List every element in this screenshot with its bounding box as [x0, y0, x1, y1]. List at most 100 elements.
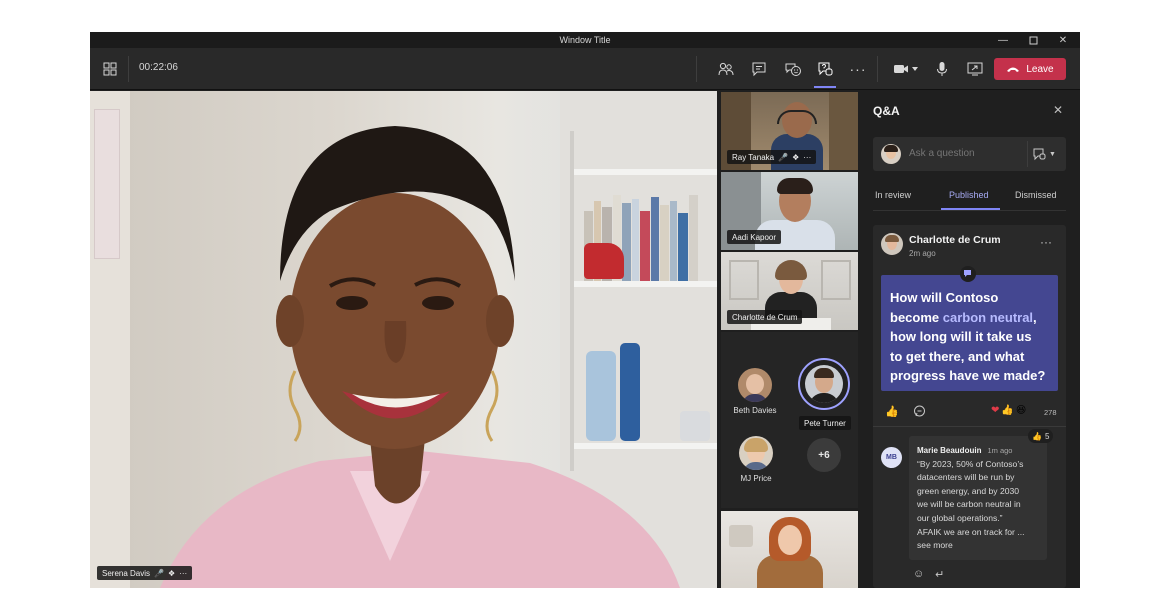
panel-title: Q&A: [873, 104, 900, 118]
microphone-icon: [937, 62, 947, 76]
reply-author-avatar: MB: [881, 447, 902, 468]
grid-icon: [103, 62, 117, 76]
reply-line: green energy, and by 2030: [917, 485, 1020, 496]
video-tile-ray-tanaka[interactable]: Ray Tanaka 🎤 ❖ ···: [721, 92, 858, 170]
microphone-button[interactable]: [930, 57, 954, 81]
more-icon[interactable]: ···: [179, 569, 187, 578]
meeting-toolbar: 00:22:06 ··· Leave: [90, 48, 1080, 90]
reply-line: AFAIK we are on track for ...: [917, 526, 1025, 537]
mic-icon: 🎤: [778, 152, 789, 162]
avatar-beth-davies[interactable]: [738, 368, 772, 402]
layout-button[interactable]: [98, 57, 122, 81]
reply-button[interactable]: [913, 405, 926, 423]
reply-bubble: Marie Beaudouin 1m ago “By 2023, 50% of …: [909, 436, 1047, 560]
qa-button[interactable]: [813, 57, 837, 81]
close-window-button[interactable]: ✕: [1048, 32, 1078, 48]
reply-time: 1m ago: [987, 446, 1013, 455]
speaker-name: Serena Davis: [102, 568, 151, 578]
tile-name-tag: Aadi Kapoor: [727, 230, 782, 244]
tab-dismissed[interactable]: Dismissed: [1015, 190, 1057, 200]
mic-muted-icon: 🎤: [154, 568, 164, 578]
ask-question-box: ▼: [873, 137, 1066, 171]
maximize-button[interactable]: [1018, 32, 1048, 48]
my-avatar: [881, 144, 901, 164]
video-tile-aadi-kapoor[interactable]: Aadi Kapoor: [721, 172, 858, 250]
chevron-down-icon: ▼: [1049, 150, 1056, 158]
more-icon: ···: [1040, 235, 1052, 249]
main-speaker-name-tag: Serena Davis 🎤 ❖ ···: [97, 566, 193, 580]
camera-button[interactable]: [890, 57, 922, 81]
tab-in-review[interactable]: In review: [875, 190, 911, 200]
avatar-pete-turner[interactable]: [798, 358, 850, 410]
avatar-name: Pete Turner: [804, 418, 846, 428]
video-camera-icon: [894, 65, 918, 73]
leave-button[interactable]: Leave: [994, 58, 1066, 80]
participant-name: Aadi Kapoor: [732, 232, 777, 242]
chat-button[interactable]: [747, 57, 771, 81]
author-name: Charlotte de Crum: [909, 234, 1001, 246]
window-title: Window Title: [559, 35, 611, 45]
tab-published[interactable]: Published: [949, 190, 989, 200]
post-time: 2m ago: [909, 249, 936, 258]
reply-like-count: 5: [1044, 431, 1050, 441]
participant-name: Charlotte de Crum: [732, 312, 798, 322]
reaction-count: 278: [1044, 408, 1057, 417]
question-bubble-icon: [964, 270, 971, 277]
close-icon: ✕: [1058, 34, 1068, 46]
thumbs-up-icon: 👍: [1032, 431, 1042, 441]
emoji-icon: [785, 63, 801, 76]
see-more-link[interactable]: see more: [917, 539, 1039, 553]
hang-up-icon: [1007, 67, 1020, 72]
participant-name: Ray Tanaka: [732, 152, 775, 162]
qa-panel: Q&A ✕ ▼ In review Published Dismissed Ch…: [863, 91, 1080, 588]
question-bubble-icon: [1033, 148, 1046, 160]
close-icon: ✕: [1053, 103, 1064, 117]
question-type-dropdown[interactable]: ▼: [1033, 146, 1061, 162]
minimize-button[interactable]: —: [988, 32, 1018, 48]
video-tile-charlotte-de-crum[interactable]: Charlotte de Crum: [721, 252, 858, 330]
reply-to-button[interactable]: ↵: [935, 568, 944, 581]
thumbs-up-icon: 👍: [1001, 405, 1014, 416]
reply-line: we will be carbon neutral in: [917, 499, 1021, 510]
heart-icon: ❤: [991, 405, 1000, 416]
share-screen-button[interactable]: [963, 57, 987, 81]
video-tile-self[interactable]: [721, 511, 858, 588]
comment-icon: [914, 405, 925, 417]
title-bar: Window Title — ✕: [90, 32, 1080, 48]
people-icon: [718, 62, 734, 76]
active-tab-indicator: [941, 208, 1000, 210]
maximize-icon: [1029, 36, 1037, 44]
more-actions-button[interactable]: ···: [846, 57, 870, 81]
leave-label: Leave: [1026, 63, 1054, 75]
speaker-illustration: [160, 126, 680, 588]
minimize-icon: —: [998, 34, 1008, 46]
close-panel-button[interactable]: ✕: [1053, 103, 1063, 117]
pin-icon: ❖: [168, 568, 176, 578]
avatar-name: MJ Price: [740, 474, 772, 483]
ask-question-input[interactable]: [909, 148, 1019, 159]
reaction-summary[interactable]: ❤ 👍 😆: [991, 405, 1026, 416]
more-icon[interactable]: ···: [803, 153, 811, 162]
post-more-button[interactable]: ···: [1040, 235, 1052, 249]
reactions-button[interactable]: [781, 57, 805, 81]
like-button[interactable]: 👍: [885, 405, 899, 418]
tile-name-tag: Ray Tanaka 🎤 ❖ ···: [727, 150, 817, 164]
reply-like-badge[interactable]: 👍 5: [1028, 429, 1054, 443]
active-tool-indicator: [814, 86, 836, 88]
more-icon: ···: [849, 61, 867, 77]
teams-window: Window Title — ✕ 00:22:06 ··· Leave Sere…: [90, 32, 1080, 588]
reply-react-button[interactable]: ☺: [913, 568, 924, 580]
laugh-icon: 😆: [1015, 405, 1027, 416]
pin-icon: ❖: [792, 152, 800, 162]
participants-button[interactable]: [714, 57, 738, 81]
avatar-name: Beth Davies: [733, 406, 777, 415]
question-bubble-icon: [818, 62, 833, 76]
active-speaker-tag: Pete Turner: [799, 416, 851, 430]
emoji-icon: ☺: [913, 568, 925, 580]
tile-name-tag: Charlotte de Crum: [727, 310, 803, 324]
meeting-timer: 00:22:06: [139, 62, 178, 73]
more-participants-button[interactable]: +6: [807, 438, 841, 472]
reply-line: our global operations.”: [917, 512, 1003, 523]
avatar-mj-price[interactable]: [739, 436, 773, 470]
main-speaker-video[interactable]: Serena Davis 🎤 ❖ ···: [90, 91, 717, 588]
